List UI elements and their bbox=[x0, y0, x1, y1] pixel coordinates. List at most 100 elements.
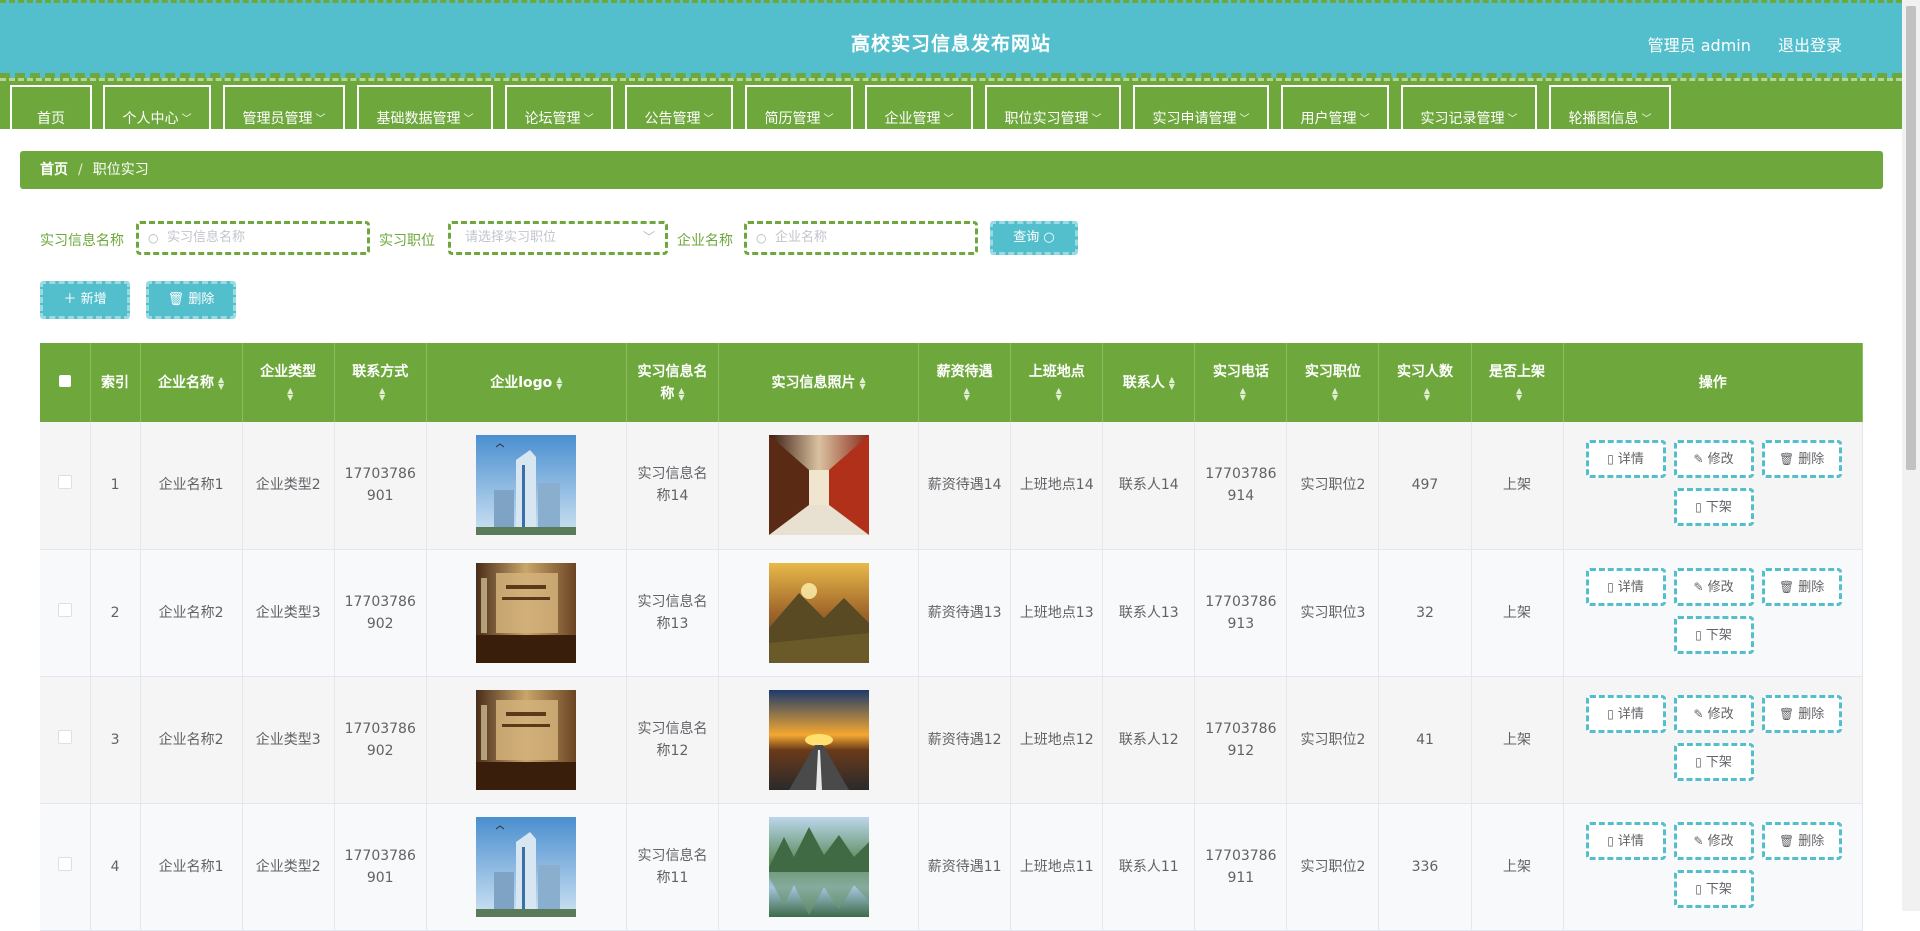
col-header-position[interactable]: 实习职位 ▲ ▼ bbox=[1286, 343, 1380, 422]
sort-icon[interactable]: ▲ ▼ bbox=[964, 386, 970, 401]
nav-item-resume-mgmt[interactable]: 简历管理 ﹀ bbox=[745, 85, 853, 129]
detail-button[interactable]: ▯ 详情 bbox=[1585, 567, 1666, 606]
delete-button[interactable]: 🗑 删除 bbox=[1761, 694, 1842, 733]
cell-location: 上班地点12 bbox=[1010, 676, 1104, 804]
row-checkbox[interactable] bbox=[57, 602, 72, 617]
col-header-info-name[interactable]: 实习信息名称 ▲ ▼ bbox=[626, 343, 719, 422]
sort-icon[interactable]: ▲ ▼ bbox=[1516, 386, 1522, 401]
row-select-cell[interactable] bbox=[40, 676, 91, 804]
nav-item-record-mgmt[interactable]: 实习记录管理 ﹀ bbox=[1401, 85, 1537, 129]
chevron-down-icon: ﹀ bbox=[1359, 114, 1370, 125]
detail-button[interactable]: ▯ 详情 bbox=[1585, 694, 1666, 733]
company-logo-image[interactable] bbox=[476, 689, 577, 790]
cell-salary: 薪资待遇13 bbox=[918, 549, 1012, 677]
col-header-location[interactable]: 上班地点 ▲ ▼ bbox=[1010, 343, 1104, 422]
select-all-header[interactable] bbox=[40, 343, 91, 422]
nav-item-personal-center[interactable]: 个人中心 ﹀ bbox=[103, 85, 211, 129]
pencil-icon: ✎ bbox=[1693, 833, 1704, 848]
edit-button[interactable]: ✎ 修改 bbox=[1673, 694, 1754, 733]
offline-button[interactable]: ▯ 下架 bbox=[1673, 615, 1754, 654]
col-header-type[interactable]: 企业类型 ▲ ▼ bbox=[242, 343, 335, 422]
col-header-salary[interactable]: 薪资待遇 ▲ ▼ bbox=[918, 343, 1012, 422]
sort-icon[interactable]: ▲ ▼ bbox=[218, 375, 224, 390]
sort-icon[interactable]: ▲ ▼ bbox=[556, 375, 562, 390]
sort-icon[interactable]: ▲ ▼ bbox=[859, 375, 865, 390]
row-checkbox[interactable] bbox=[57, 729, 72, 744]
detail-button[interactable]: ▯ 详情 bbox=[1585, 821, 1666, 860]
trash-icon: 🗑 bbox=[1778, 452, 1795, 466]
row-select-cell[interactable] bbox=[40, 549, 91, 677]
query-button[interactable]: 查询 ○ bbox=[990, 221, 1078, 255]
col-header-logo[interactable]: 企业logo ▲ ▼ bbox=[426, 343, 627, 422]
table-row: 3 企业名称2 企业类型3 17703786902 实习信息名称12 薪资待遇12 上班地点… bbox=[40, 676, 1864, 804]
breadcrumb-home[interactable]: 首页 bbox=[40, 162, 68, 178]
add-button[interactable]: ＋ 新增 bbox=[40, 281, 130, 319]
row-checkbox[interactable] bbox=[57, 475, 72, 490]
nav-label: 职位实习管理 bbox=[1004, 111, 1089, 127]
delete-button[interactable]: 🗑 删除 bbox=[1761, 821, 1842, 860]
sort-icon[interactable]: ▲ ▼ bbox=[678, 386, 684, 401]
internship-photo-image[interactable] bbox=[768, 689, 869, 790]
nav-item-forum-mgmt[interactable]: 论坛管理 ﹀ bbox=[505, 85, 613, 129]
header-label: 是否上架 bbox=[1489, 363, 1546, 380]
detail-button[interactable]: ▯ 详情 bbox=[1585, 440, 1666, 478]
offline-button[interactable]: ▯ 下架 bbox=[1673, 488, 1754, 526]
company-logo-image[interactable] bbox=[476, 816, 577, 917]
nav-item-admin-mgmt[interactable]: 管理员管理 ﹀ bbox=[223, 85, 345, 129]
document-icon: ▯ bbox=[1607, 706, 1614, 721]
delete-button[interactable]: 🗑 删除 bbox=[1761, 567, 1842, 606]
header-label: 联系方式 bbox=[352, 363, 409, 380]
nav-item-notice-mgmt[interactable]: 公告管理 ﹀ bbox=[625, 85, 733, 129]
sort-icon[interactable]: ▲ ▼ bbox=[1332, 386, 1338, 401]
nav-item-carousel-info[interactable]: 轮播图信息 ﹀ bbox=[1549, 85, 1671, 129]
document-icon: ▯ bbox=[1695, 754, 1702, 769]
filter-name-input[interactable]: ○ 实习信息名称 bbox=[136, 221, 370, 255]
nav-label: 实习记录管理 bbox=[1420, 111, 1505, 127]
logout-link[interactable]: 退出登录 bbox=[1778, 36, 1842, 55]
sort-icon[interactable]: ▲ ▼ bbox=[1056, 386, 1062, 401]
select-all-checkbox[interactable] bbox=[58, 374, 71, 387]
col-header-status[interactable]: 是否上架 ▲ ▼ bbox=[1471, 343, 1564, 422]
col-header-person[interactable]: 联系人 ▲ ▼ bbox=[1102, 343, 1196, 422]
col-header-company[interactable]: 企业名称 ▲ ▼ bbox=[140, 343, 243, 422]
sort-icon[interactable]: ▲ ▼ bbox=[287, 386, 293, 401]
offline-button[interactable]: ▯ 下架 bbox=[1673, 742, 1754, 781]
company-logo-image[interactable] bbox=[476, 562, 577, 663]
row-checkbox[interactable] bbox=[57, 856, 72, 871]
internship-photo-image[interactable] bbox=[768, 816, 869, 917]
internship-photo-image[interactable] bbox=[768, 435, 869, 536]
delete-button[interactable]: 🗑 删除 bbox=[1761, 440, 1842, 478]
sort-icon[interactable]: ▲ ▼ bbox=[379, 386, 385, 401]
col-header-photo[interactable]: 实习信息照片 ▲ ▼ bbox=[718, 343, 920, 422]
nav-item-position-mgmt[interactable]: 职位实习管理 ﹀ bbox=[985, 85, 1121, 129]
sort-icon[interactable]: ▲ ▼ bbox=[1424, 386, 1430, 401]
edit-button[interactable]: ✎ 修改 bbox=[1673, 567, 1754, 606]
page-scrollbar[interactable] bbox=[1902, 0, 1920, 911]
header-label: 企业logo bbox=[490, 374, 553, 391]
row-select-cell[interactable] bbox=[40, 422, 91, 550]
add-label: 新增 bbox=[80, 292, 107, 307]
offline-button[interactable]: ▯ 下架 bbox=[1673, 869, 1754, 908]
nav-label: 企业管理 bbox=[884, 111, 941, 127]
sort-icon[interactable]: ▲ ▼ bbox=[1169, 375, 1175, 390]
nav-item-user-mgmt[interactable]: 用户管理 ﹀ bbox=[1281, 85, 1389, 129]
sort-icon[interactable]: ▲ ▼ bbox=[1240, 386, 1246, 401]
col-header-count[interactable]: 实习人数 ▲ ▼ bbox=[1378, 343, 1472, 422]
batch-delete-button[interactable]: 🗑 删除 bbox=[146, 281, 236, 319]
filter-company-input[interactable]: ○ 企业名称 bbox=[744, 221, 978, 255]
search-icon: ○ bbox=[148, 231, 159, 245]
nav-item-home[interactable]: 首页 bbox=[10, 85, 92, 129]
search-icon: ○ bbox=[756, 231, 767, 245]
filter-position-select[interactable]: 请选择实习职位 ﹀ bbox=[448, 221, 668, 255]
col-header-phone[interactable]: 实习电话 ▲ ▼ bbox=[1194, 343, 1288, 422]
nav-item-basic-data[interactable]: 基础数据管理 ﹀ bbox=[357, 85, 493, 129]
company-logo-image[interactable] bbox=[476, 435, 577, 536]
edit-button[interactable]: ✎ 修改 bbox=[1673, 440, 1754, 478]
nav-item-application-mgmt[interactable]: 实习申请管理 ﹀ bbox=[1133, 85, 1269, 129]
nav-item-company-mgmt[interactable]: 企业管理 ﹀ bbox=[865, 85, 973, 129]
internship-photo-image[interactable] bbox=[768, 562, 869, 663]
scrollbar-thumb[interactable] bbox=[1906, 6, 1916, 470]
col-header-contact[interactable]: 联系方式 ▲ ▼ bbox=[334, 343, 427, 422]
edit-button[interactable]: ✎ 修改 bbox=[1673, 821, 1754, 860]
nav-label: 简历管理 bbox=[764, 111, 821, 127]
